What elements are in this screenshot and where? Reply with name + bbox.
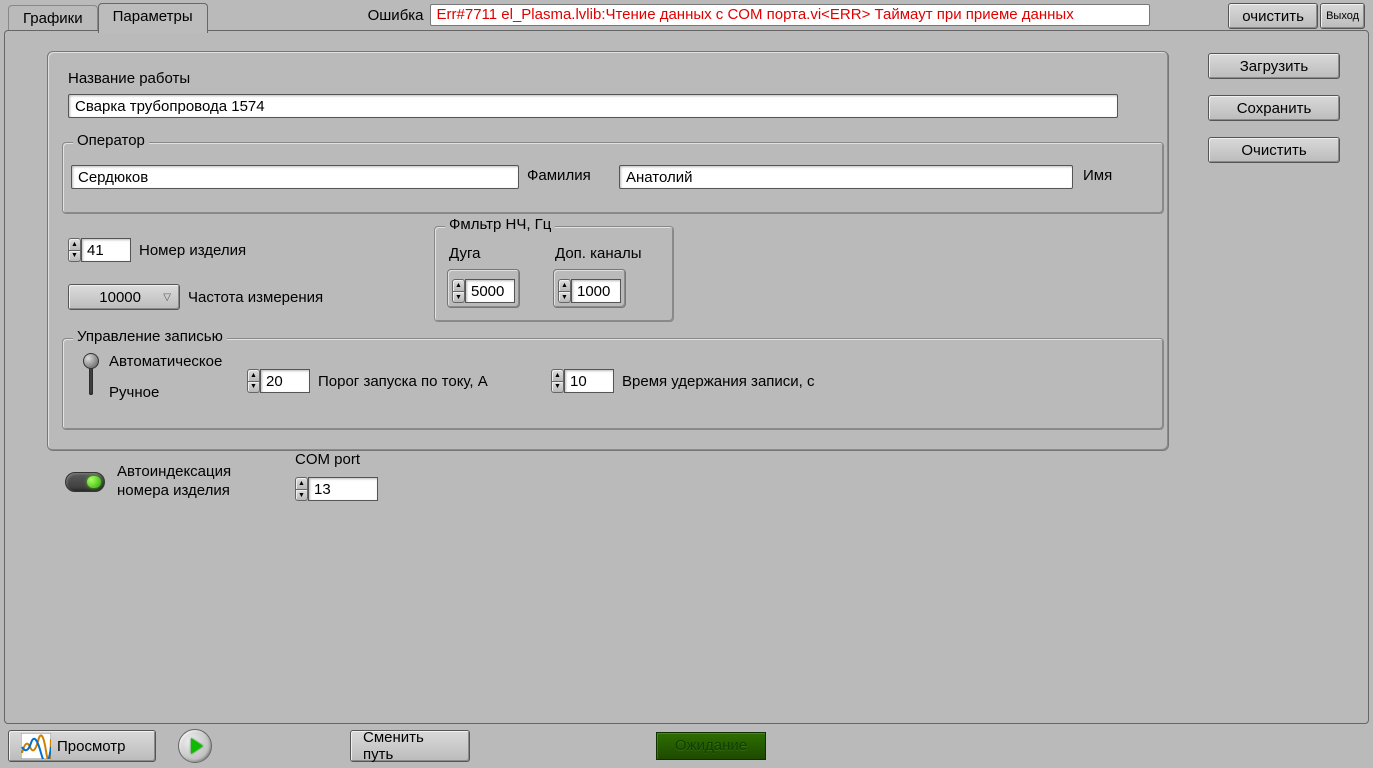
- play-icon: [191, 738, 203, 754]
- extra-filter-spinner[interactable]: ▲▼: [558, 279, 621, 303]
- hold-time-input[interactable]: [564, 369, 614, 393]
- frequency-value: 10000: [77, 289, 163, 306]
- parameters-panel: Название работы Оператор Фамилия Имя ▲▼ …: [47, 51, 1169, 451]
- spin-up-icon[interactable]: ▲: [452, 279, 465, 292]
- autoindex-label-2: номера изделия: [117, 482, 231, 501]
- hold-time-spinner[interactable]: ▲▼: [551, 369, 614, 393]
- recording-mode-toggle[interactable]: [81, 353, 101, 397]
- hold-time-label: Время удержания записи, с: [622, 373, 815, 390]
- threshold-input[interactable]: [260, 369, 310, 393]
- extra-channels-label: Доп. каналы: [555, 245, 642, 262]
- error-message: Err#7711 el_Plasma.lvlib:Чтение данных с…: [430, 4, 1150, 26]
- firstname-label: Имя: [1083, 167, 1112, 184]
- spin-down-icon[interactable]: ▼: [558, 292, 571, 304]
- play-button[interactable]: [178, 729, 212, 763]
- spin-up-icon[interactable]: ▲: [558, 279, 571, 292]
- filter-fieldset: Фмльтр НЧ, Гц Дуга ▲▼ Доп. каналы ▲▼: [434, 226, 674, 322]
- spin-down-icon[interactable]: ▼: [247, 382, 260, 394]
- firstname-input[interactable]: [619, 165, 1073, 189]
- load-button[interactable]: Загрузить: [1208, 53, 1340, 79]
- exit-button[interactable]: Выход: [1320, 3, 1365, 29]
- view-button-label: Просмотр: [57, 738, 126, 755]
- spin-down-icon[interactable]: ▼: [295, 490, 308, 502]
- frequency-label: Частота измерения: [188, 289, 323, 306]
- frequency-dropdown[interactable]: 10000 ▽: [68, 284, 180, 310]
- spin-up-icon[interactable]: ▲: [68, 238, 81, 251]
- graph-icon: [21, 733, 51, 759]
- arc-label: Дуга: [449, 245, 480, 262]
- com-port-input[interactable]: [308, 477, 378, 501]
- change-path-button[interactable]: Сменить путь: [350, 730, 470, 762]
- error-label: Ошибка: [368, 7, 424, 24]
- operator-legend: Оператор: [73, 132, 149, 149]
- spin-down-icon[interactable]: ▼: [68, 251, 81, 263]
- product-number-spinner[interactable]: ▲▼: [68, 238, 131, 262]
- clear-button[interactable]: Очистить: [1208, 137, 1340, 163]
- filter-legend: Фмльтр НЧ, Гц: [445, 216, 555, 233]
- spin-up-icon[interactable]: ▲: [551, 369, 564, 382]
- threshold-spinner[interactable]: ▲▼: [247, 369, 310, 393]
- chevron-down-icon: ▽: [163, 292, 171, 303]
- job-name-input[interactable]: [68, 94, 1118, 118]
- spin-down-icon[interactable]: ▼: [452, 292, 465, 304]
- view-button[interactable]: Просмотр: [8, 730, 156, 762]
- arc-filter-input[interactable]: [465, 279, 515, 303]
- job-name-label: Название работы: [68, 70, 190, 87]
- save-button[interactable]: Сохранить: [1208, 95, 1340, 121]
- manual-mode-label: Ручное: [109, 384, 222, 401]
- lastname-label: Фамилия: [527, 167, 591, 184]
- recording-fieldset: Управление записью Автоматическое Ручное…: [62, 338, 1164, 430]
- lastname-input[interactable]: [71, 165, 519, 189]
- threshold-label: Порог запуска по току, А: [318, 373, 488, 390]
- tab-params[interactable]: Параметры: [98, 3, 208, 33]
- operator-fieldset: Оператор Фамилия Имя: [62, 142, 1164, 214]
- recording-legend: Управление записью: [73, 328, 227, 345]
- tab-bar: Графики Параметры: [8, 3, 208, 33]
- clear-error-button[interactable]: очистить: [1228, 3, 1318, 29]
- spin-up-icon[interactable]: ▲: [295, 477, 308, 490]
- com-port-spinner[interactable]: ▲▼: [295, 477, 378, 501]
- spin-down-icon[interactable]: ▼: [551, 382, 564, 394]
- product-number-input[interactable]: [81, 238, 131, 262]
- com-port-label: COM port: [295, 451, 360, 468]
- arc-filter-spinner[interactable]: ▲▼: [452, 279, 515, 303]
- status-indicator: Ожидание: [656, 732, 766, 760]
- product-number-label: Номер изделия: [139, 242, 246, 259]
- autoindex-led[interactable]: [65, 472, 105, 492]
- extra-filter-input[interactable]: [571, 279, 621, 303]
- spin-up-icon[interactable]: ▲: [247, 369, 260, 382]
- autoindex-label-1: Автоиндексация: [117, 463, 231, 482]
- auto-mode-label: Автоматическое: [109, 353, 222, 370]
